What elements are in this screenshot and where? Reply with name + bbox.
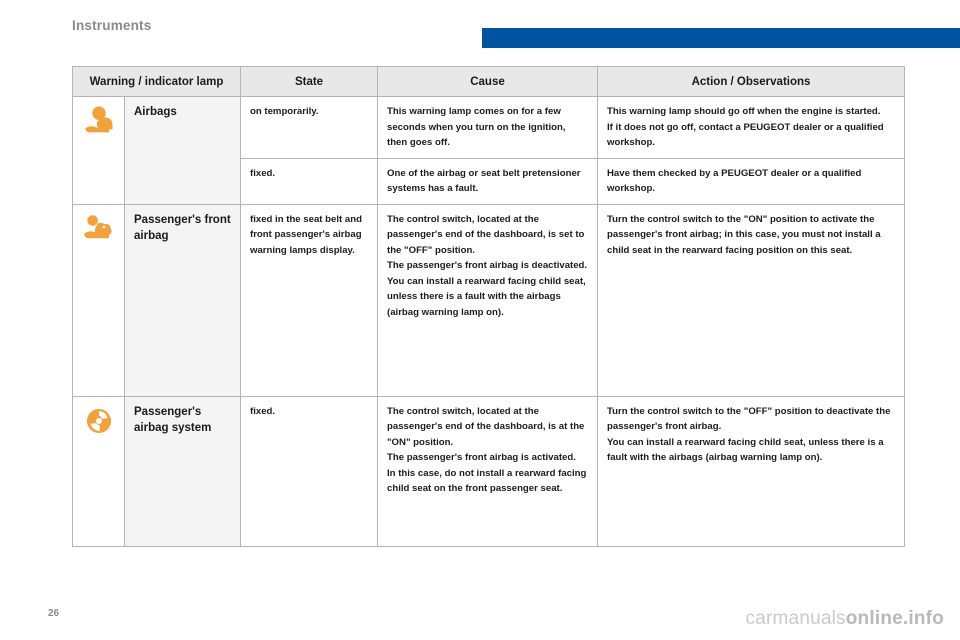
action-text: Have them checked by a PEUGEOT dealer or… bbox=[607, 167, 862, 195]
cause-text: The passenger's front airbag is activate… bbox=[387, 452, 576, 464]
watermark-prefix: carmanuals bbox=[745, 608, 846, 629]
column-header-action: Action / Observations bbox=[597, 66, 905, 97]
action-cell: This warning lamp should go off when the… bbox=[597, 96, 905, 159]
table-header: Warning / indicator lamp State Cause Act… bbox=[72, 66, 905, 97]
cause-cell: The control switch, located at the passe… bbox=[377, 395, 598, 547]
lamp-name-cell: Passenger's airbag system bbox=[124, 395, 241, 547]
action-cell: Turn the control switch to the "OFF" pos… bbox=[597, 395, 905, 547]
page-header: Instruments bbox=[0, 0, 960, 48]
action-text: Turn the control switch to the "ON" posi… bbox=[607, 213, 881, 256]
action-text: You can install a rearward facing child … bbox=[607, 436, 884, 464]
state-cell: fixed. bbox=[240, 157, 378, 205]
lamp-icon-cell bbox=[72, 395, 125, 547]
column-header-lamp: Warning / indicator lamp bbox=[72, 66, 241, 97]
state-text: fixed. bbox=[250, 167, 276, 179]
section-title: Instruments bbox=[72, 18, 152, 33]
cause-cell: The control switch, located at the passe… bbox=[377, 203, 598, 397]
action-cell: Have them checked by a PEUGEOT dealer or… bbox=[597, 157, 905, 205]
lamp-icon-cell bbox=[72, 96, 125, 205]
column-header-cause: Cause bbox=[377, 66, 598, 97]
cause-text: The control switch, located at the passe… bbox=[387, 213, 585, 256]
cause-text: The passenger's front airbag is deactiva… bbox=[387, 260, 588, 272]
cause-cell: One of the airbag or seat belt pretensio… bbox=[377, 157, 598, 205]
cause-text: This warning lamp comes on for a few sec… bbox=[387, 106, 566, 149]
action-text: This warning lamp should go off when the… bbox=[607, 106, 881, 117]
cause-text: In this case, do not install a rearward … bbox=[387, 467, 587, 495]
action-text: Turn the control switch to the "OFF" pos… bbox=[607, 405, 891, 433]
airbag-warning-icon bbox=[82, 104, 116, 138]
table-body: Airbags on temporarily. This warning lamp … bbox=[72, 96, 905, 547]
header-accent-bar bbox=[482, 28, 960, 48]
column-header-state: State bbox=[240, 66, 378, 97]
table-row: Airbags on temporarily. This warning lamp … bbox=[72, 96, 905, 205]
action-text: If it does not go off, contact a PEUGEOT… bbox=[607, 121, 884, 149]
header-rule-left bbox=[72, 42, 482, 45]
state-cell: fixed. bbox=[240, 395, 378, 547]
lamp-name-cell: Passenger's front airbag bbox=[124, 203, 241, 397]
cause-text: You can install a rearward facing child … bbox=[387, 275, 586, 318]
state-cell: fixed in the seat belt and front passeng… bbox=[240, 203, 378, 397]
action-cell: Turn the control switch to the "ON" posi… bbox=[597, 203, 905, 397]
passenger-airbag-system-icon bbox=[82, 404, 116, 438]
page-number: 26 bbox=[48, 608, 60, 619]
cause-text: One of the airbag or seat belt pretensio… bbox=[387, 167, 581, 195]
warning-lamp-table: Warning / indicator lamp State Cause Act… bbox=[72, 66, 905, 547]
table-header-row: Warning / indicator lamp State Cause Act… bbox=[72, 66, 905, 97]
site-watermark: carmanualsonline.info bbox=[746, 608, 944, 630]
state-text: fixed in the seat belt and front passeng… bbox=[250, 213, 362, 256]
lamp-icon-cell bbox=[72, 203, 125, 397]
passenger-front-airbag-off-icon bbox=[82, 212, 116, 246]
state-text: on temporarily. bbox=[250, 106, 319, 117]
state-cell: on temporarily. bbox=[240, 96, 378, 159]
lamp-name-cell: Airbags bbox=[124, 96, 241, 205]
watermark-suffix: online.info bbox=[845, 608, 944, 629]
cause-cell: This warning lamp comes on for a few sec… bbox=[377, 96, 598, 159]
cause-text: The control switch, located at the passe… bbox=[387, 405, 585, 448]
manual-page: Instruments Warning / indicator lamp Sta… bbox=[0, 0, 960, 640]
table-row: Passenger's front airbag fixed in the sea… bbox=[72, 203, 905, 397]
state-text: fixed. bbox=[250, 405, 276, 417]
table-row: Passenger's airbag system fixed. The contr… bbox=[72, 395, 905, 547]
